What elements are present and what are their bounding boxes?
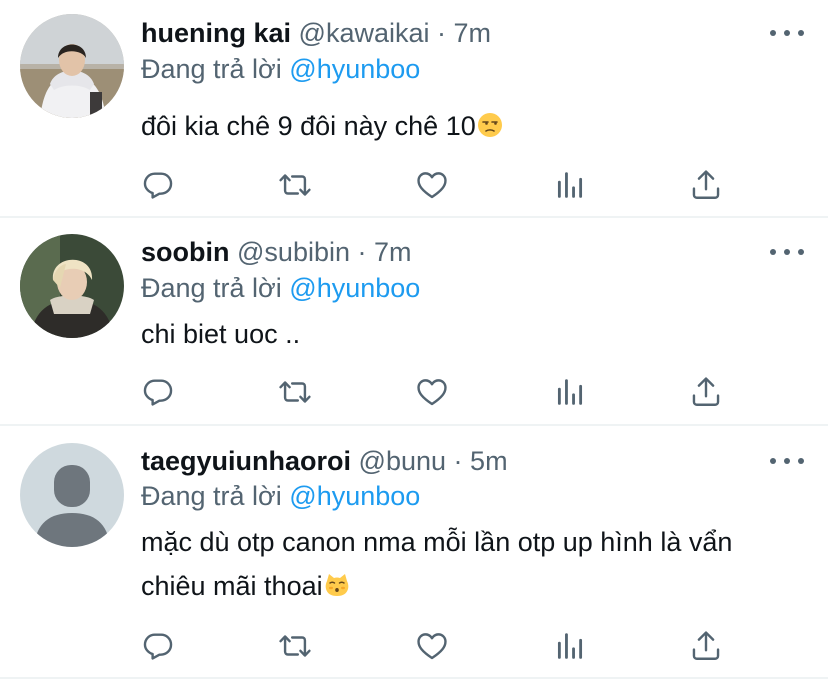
analytics-icon[interactable] [550,372,590,412]
separator-dot: · [437,18,447,48]
mention-link[interactable]: @hyunboo [289,54,420,84]
username[interactable]: @bunu [359,446,446,476]
reply-icon[interactable] [138,626,178,666]
more-options-icon[interactable] [770,23,804,43]
retweet-icon[interactable] [275,165,315,205]
analytics-icon[interactable] [550,165,590,205]
timestamp[interactable]: 5m [470,446,508,476]
replying-to-label: Đang trả lời [141,481,282,511]
retweet-icon[interactable] [275,372,315,412]
tweet-actions [0,626,828,666]
replying-to-label: Đang trả lời [141,273,282,303]
tweet-text: chi biet uoc .. [141,312,811,356]
share-icon[interactable] [686,626,726,666]
username[interactable]: @kawaikai [299,18,430,48]
tweet-text-line: chi biet uoc .. [141,319,301,349]
display-name[interactable]: taegyuiunhaoroi [141,446,351,476]
tweet-actions [0,372,828,412]
separator-dot: · [357,237,367,267]
avatar[interactable] [20,14,124,118]
tweet[interactable]: taegyuiunhaoroi @bunu · 5m Đang trả lời … [0,426,828,681]
avatar[interactable] [20,234,124,338]
replying-to-label: Đang trả lời [141,54,282,84]
tweet-text-line: mặc dù otp canon nma mỗi lần otp up hình… [141,527,733,557]
display-name[interactable]: soobin [141,237,230,267]
unamused-face-icon [477,113,502,137]
display-name[interactable]: huening kai [141,18,291,48]
reply-icon[interactable] [138,165,178,205]
reply-icon[interactable] [138,372,178,412]
tweet[interactable]: huening kai @kawaikai · 7m Đang trả lời … [0,0,828,218]
tweet[interactable]: soobin @subibin · 7m Đang trả lời @hyunb… [0,218,828,428]
divider [0,677,828,679]
tweet-text-line: chiêu mãi thoai [141,571,323,601]
separator-dot: · [453,446,463,476]
retweet-icon[interactable] [275,626,315,666]
tweet-text: đôi kia chê 9 đôi này chê 10 [141,104,811,148]
timestamp[interactable]: 7m [454,18,492,48]
tweet-text: mặc dù otp canon nma mỗi lần otp up hình… [141,520,811,608]
mention-link[interactable]: @hyunboo [289,273,420,303]
more-options-icon[interactable] [770,242,804,262]
tweet-actions [0,165,828,205]
more-options-icon[interactable] [770,451,804,471]
tweet-text-line: đôi kia chê 9 đôi này chê 10 [141,111,476,141]
analytics-icon[interactable] [550,626,590,666]
like-icon[interactable] [412,372,452,412]
share-icon[interactable] [686,165,726,205]
kissing-cat-icon [325,574,348,596]
share-icon[interactable] [686,372,726,412]
timestamp[interactable]: 7m [374,237,412,267]
avatar[interactable] [20,443,124,547]
like-icon[interactable] [412,165,452,205]
like-icon[interactable] [412,626,452,666]
username[interactable]: @subibin [237,237,350,267]
mention-link[interactable]: @hyunboo [289,481,420,511]
